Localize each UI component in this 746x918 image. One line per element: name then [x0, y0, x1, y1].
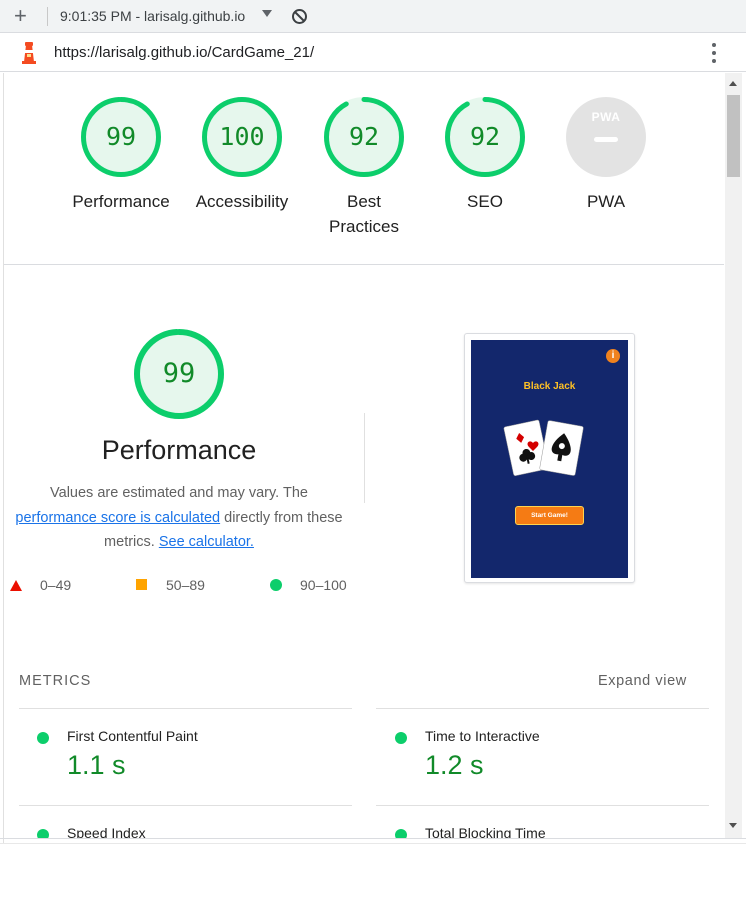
metric-divider [19, 805, 352, 806]
performance-score-link[interactable]: performance score is calculated [15, 510, 220, 526]
report-time-title: 9:01:35 PM - larisalg.github.io [60, 8, 246, 24]
url-text[interactable]: https://larisalg.github.io/CardGame_21/ [54, 44, 314, 61]
gauge-label: Performance [72, 192, 170, 211]
metric-name: Total Blocking Time [425, 825, 546, 838]
metric-value: 1.2 s [425, 750, 484, 780]
performance-title: Performance [101, 435, 257, 465]
seo-gauge: 92 [445, 97, 525, 177]
start-game-button: Start Game! [515, 506, 584, 525]
metric-name: Speed Index [67, 825, 146, 838]
lighthouse-icon [22, 42, 36, 64]
gauge-label: Accessibility [195, 192, 289, 211]
legend-range: 0–49 [40, 577, 72, 593]
gauge-score: 92 [348, 122, 380, 151]
desc-text: Values are estimated and may vary. The [50, 485, 308, 501]
url-bar: https://larisalg.github.io/CardGame_21/ [0, 33, 746, 72]
performance-main-gauge: 99 [134, 329, 224, 419]
bottom-border [0, 838, 746, 839]
summary-performance[interactable]: 99 Performance [61, 97, 181, 214]
summary-best-practices[interactable]: 92 Best Practices [304, 97, 424, 239]
metric-value: 1.1 s [67, 750, 126, 780]
gauge-score: 92 [469, 122, 501, 151]
vertical-scrollbar[interactable] [725, 73, 742, 838]
accessibility-gauge: 100 [202, 97, 282, 177]
pwa-badge: PWA [566, 97, 646, 177]
gauge-label: PWA [586, 192, 626, 211]
gauge-score: 99 [105, 122, 137, 151]
average-square-icon [136, 579, 147, 590]
block-icon[interactable] [291, 8, 308, 25]
report-content: 99 Performance 100 Accessibility 92 Best… [4, 73, 724, 838]
section-divider [4, 264, 724, 265]
gauge-label: SEO [467, 192, 503, 211]
see-calculator-link[interactable]: See calculator. [159, 534, 254, 550]
pwa-dash-icon [594, 137, 618, 142]
metric-divider [376, 708, 709, 709]
metric-divider [19, 708, 352, 709]
performance-description: Values are estimated and may vary. The p… [4, 481, 354, 555]
pass-circle-icon [37, 732, 49, 744]
gauge-score: 100 [219, 122, 265, 151]
expand-view-toggle[interactable]: Expand view [598, 673, 687, 689]
performance-main-score: 99 [162, 358, 196, 389]
summary-accessibility[interactable]: 100 Accessibility [182, 97, 302, 214]
legend-range: 90–100 [300, 577, 347, 593]
best-practices-gauge: 92 [324, 97, 404, 177]
playing-cards-icon [503, 419, 584, 476]
gauge-label: Best Practices [329, 192, 399, 236]
pwa-badge-text: PWA [591, 110, 621, 124]
new-tab-plus-icon[interactable]: + [14, 5, 27, 27]
vertical-divider [364, 413, 365, 503]
screenshot-image: i Black Jack Start Game! [471, 340, 628, 578]
metric-divider [376, 805, 709, 806]
metric-name: First Contentful Paint [67, 728, 198, 744]
metric-name: Time to Interactive [425, 728, 540, 744]
performance-gauge: 99 [81, 97, 161, 177]
pass-circle-icon [395, 829, 407, 838]
final-screenshot[interactable]: i Black Jack Start Game! [464, 333, 635, 583]
pass-circle-icon [37, 829, 49, 838]
metrics-heading: METRICS [19, 673, 92, 689]
dropdown-triangle-icon[interactable] [262, 10, 272, 17]
summary-pwa[interactable]: PWA PWA [546, 97, 666, 214]
info-icon: i [606, 349, 620, 363]
pass-circle-icon [395, 732, 407, 744]
bottom-border [0, 843, 746, 844]
divider [47, 7, 48, 26]
summary-seo[interactable]: 92 SEO [425, 97, 545, 214]
browser-top-bar: + 9:01:35 PM - larisalg.github.io [0, 0, 746, 33]
more-menu-icon[interactable] [708, 41, 720, 65]
screenshot-app-title: Black Jack [523, 381, 576, 392]
scroll-down-arrow-icon[interactable] [729, 823, 737, 828]
legend-range: 50–89 [166, 577, 205, 593]
scroll-up-arrow-icon[interactable] [729, 81, 737, 86]
pass-circle-icon [270, 579, 282, 591]
fail-triangle-icon [10, 580, 22, 591]
scroll-thumb[interactable] [727, 95, 740, 177]
